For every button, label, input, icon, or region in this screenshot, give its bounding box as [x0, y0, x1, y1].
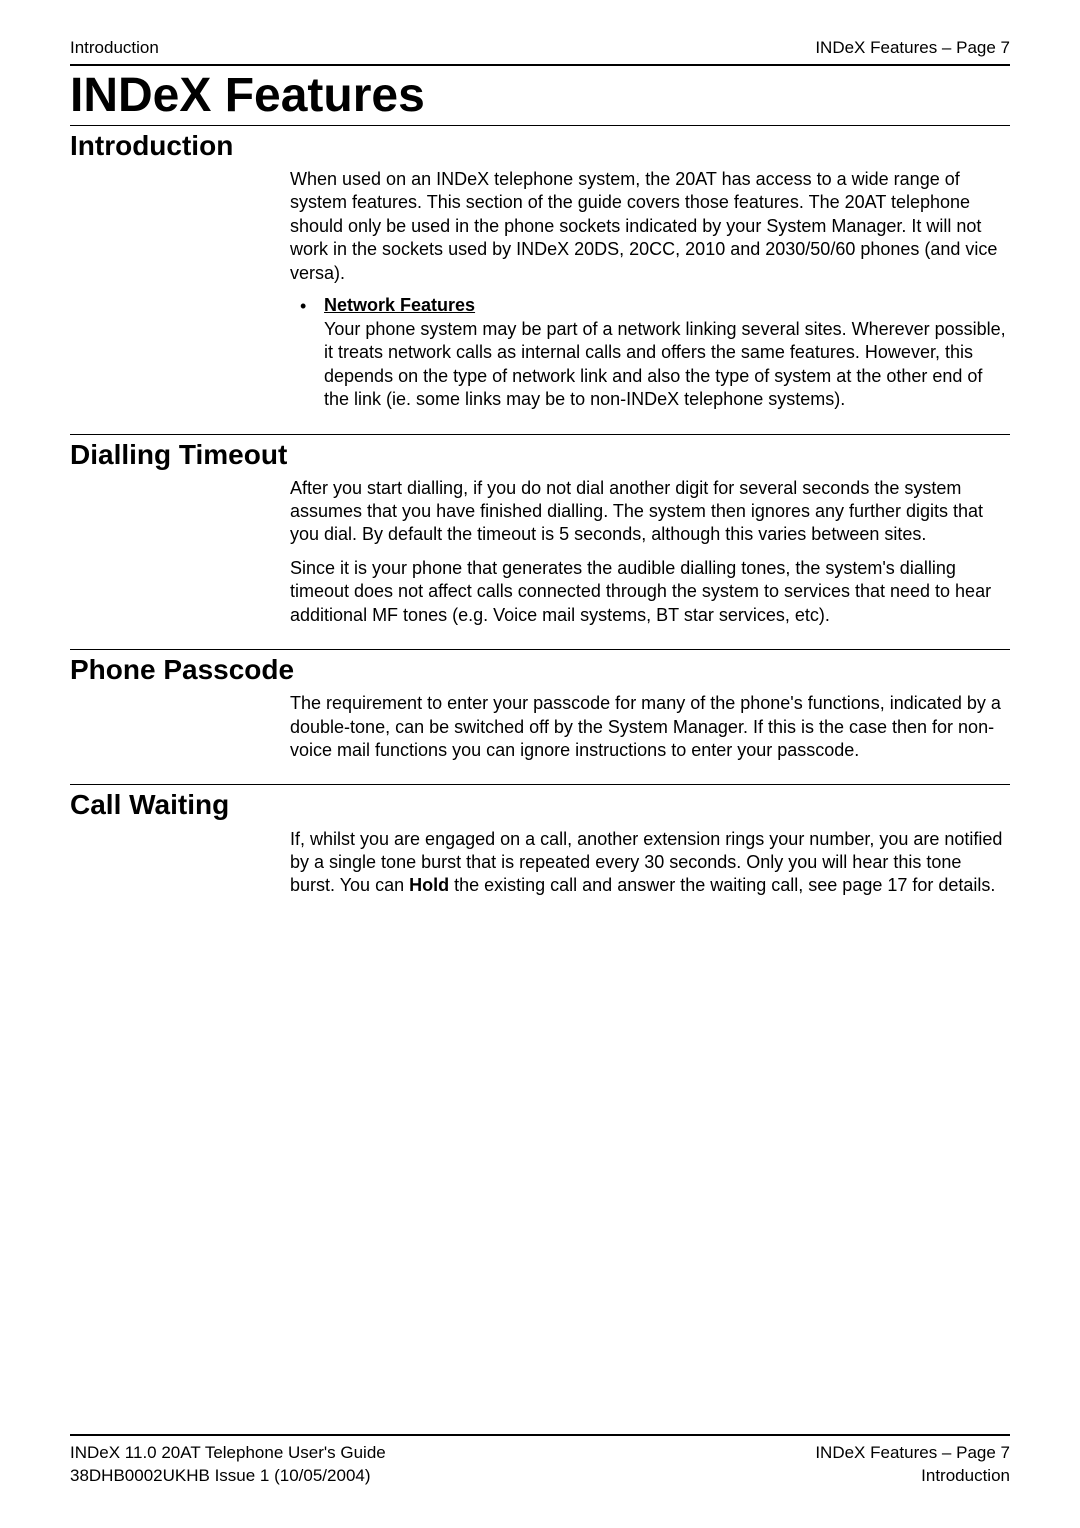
footer-divider	[70, 1434, 1010, 1436]
call-waiting-text-post: the existing call and answer the waiting…	[449, 875, 995, 895]
passcode-paragraph: The requirement to enter your passcode f…	[290, 692, 1010, 762]
footer-guide-title: INDeX 11.0 20AT Telephone User's Guide	[70, 1442, 386, 1465]
bullet-text-network-features: Your phone system may be part of a netwo…	[324, 318, 1010, 412]
heading-phone-passcode: Phone Passcode	[70, 654, 1010, 686]
section-dialling-timeout: Dialling Timeout After you start diallin…	[70, 434, 1010, 628]
section-phone-passcode: Phone Passcode The requirement to enter …	[70, 649, 1010, 762]
call-waiting-body: If, whilst you are engaged on a call, an…	[290, 828, 1010, 898]
bullet-heading-network-features: Network Features	[324, 295, 1010, 316]
page-header: Introduction INDeX Features – Page 7	[70, 38, 1010, 64]
header-left: Introduction	[70, 38, 159, 58]
header-divider	[70, 64, 1010, 66]
footer-left: INDeX 11.0 20AT Telephone User's Guide 3…	[70, 1442, 386, 1488]
bullet-content: Network Features Your phone system may b…	[324, 295, 1010, 412]
heading-call-waiting: Call Waiting	[70, 789, 1010, 821]
heading-dialling-timeout: Dialling Timeout	[70, 439, 1010, 471]
section-divider	[70, 434, 1010, 435]
title-divider	[70, 125, 1010, 126]
dialling-paragraph-1: After you start dialling, if you do not …	[290, 477, 1010, 547]
bullet-icon: •	[290, 295, 324, 318]
page-footer: INDeX 11.0 20AT Telephone User's Guide 3…	[70, 1434, 1010, 1488]
footer-issue: 38DHB0002UKHB Issue 1 (10/05/2004)	[70, 1465, 386, 1488]
section-divider	[70, 649, 1010, 650]
footer-section-label: Introduction	[815, 1465, 1010, 1488]
page: Introduction INDeX Features – Page 7 IND…	[0, 0, 1080, 1528]
document-title: INDeX Features	[70, 70, 1010, 123]
introduction-paragraph: When used on an INDeX telephone system, …	[290, 168, 1010, 285]
passcode-body: The requirement to enter your passcode f…	[290, 692, 1010, 762]
section-introduction: Introduction When used on an INDeX telep…	[70, 130, 1010, 412]
call-waiting-paragraph: If, whilst you are engaged on a call, an…	[290, 828, 1010, 898]
bullet-network-features: • Network Features Your phone system may…	[290, 295, 1010, 412]
heading-introduction: Introduction	[70, 130, 1010, 162]
footer-row: INDeX 11.0 20AT Telephone User's Guide 3…	[70, 1442, 1010, 1488]
section-divider	[70, 784, 1010, 785]
dialling-body: After you start dialling, if you do not …	[290, 477, 1010, 627]
section-call-waiting: Call Waiting If, whilst you are engaged …	[70, 784, 1010, 897]
introduction-body: When used on an INDeX telephone system, …	[290, 168, 1010, 412]
footer-page-label: INDeX Features – Page 7	[815, 1442, 1010, 1465]
dialling-paragraph-2: Since it is your phone that generates th…	[290, 557, 1010, 627]
header-right: INDeX Features – Page 7	[815, 38, 1010, 58]
footer-right: INDeX Features – Page 7 Introduction	[815, 1442, 1010, 1488]
call-waiting-bold-hold: Hold	[409, 875, 449, 895]
